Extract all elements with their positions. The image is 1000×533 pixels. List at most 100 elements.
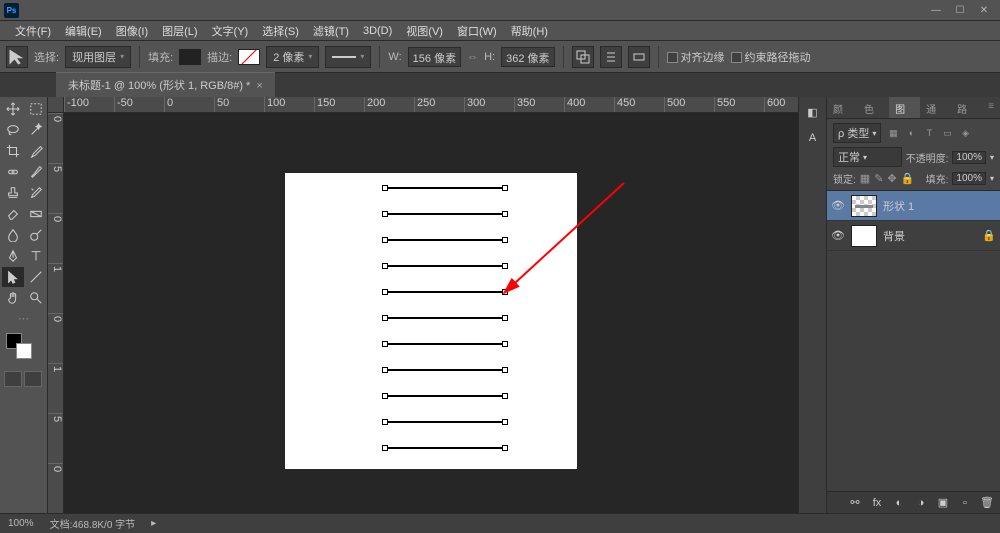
stroke-style-dropdown[interactable]: ▾ — [325, 46, 371, 68]
layer-row[interactable]: 👁 形状 1 — [827, 191, 1000, 221]
shape-line[interactable] — [385, 317, 505, 319]
link-layers-icon[interactable]: ⚯ — [848, 496, 862, 509]
stamp-tool[interactable] — [2, 183, 24, 203]
tab-paths[interactable]: 路径 — [951, 97, 982, 118]
width-input[interactable]: 156 像素 — [408, 47, 461, 67]
status-caret[interactable]: ▸ — [151, 518, 156, 529]
close-button[interactable]: ✕ — [972, 2, 996, 18]
quickmask-button[interactable] — [4, 371, 22, 387]
tab-channels[interactable]: 通道 — [920, 97, 951, 118]
visibility-icon[interactable]: 👁 — [831, 229, 845, 242]
shape-line[interactable] — [385, 187, 505, 189]
color-swatches[interactable] — [0, 331, 47, 367]
lasso-tool[interactable] — [2, 120, 24, 140]
menu-view[interactable]: 视图(V) — [399, 23, 450, 39]
screenmode-button[interactable] — [24, 371, 42, 387]
heal-tool[interactable] — [2, 162, 24, 182]
minimize-button[interactable]: — — [924, 2, 948, 18]
constrain-checkbox[interactable]: 约束路径拖动 — [731, 49, 811, 65]
doc-size[interactable]: 文档:468.8K/0 字节 — [50, 516, 136, 531]
fx-icon[interactable]: fx — [870, 497, 884, 509]
shape-line[interactable] — [385, 343, 505, 345]
shape-line[interactable] — [385, 213, 505, 215]
link-wh-icon[interactable]: ⇔ — [467, 51, 478, 63]
lock-trans-icon[interactable]: ▦ — [860, 172, 870, 185]
tab-swatches[interactable]: 色板 — [858, 97, 889, 118]
shape-line[interactable] — [385, 395, 505, 397]
shape-line[interactable] — [385, 265, 505, 267]
panel-menu-icon[interactable]: ≡ — [982, 97, 1000, 118]
layer-thumb[interactable] — [851, 195, 877, 217]
close-tab-icon[interactable]: × — [256, 80, 262, 92]
lock-pos-icon[interactable]: ✥ — [887, 172, 896, 185]
filter-smart-icon[interactable]: ◈ — [959, 126, 973, 140]
arrange-icon[interactable] — [628, 46, 650, 68]
new-layer-icon[interactable]: ▫ — [958, 497, 972, 509]
eraser-tool[interactable] — [2, 204, 24, 224]
menu-filter[interactable]: 滤镜(T) — [306, 23, 356, 39]
delete-layer-icon[interactable]: 🗑 — [980, 496, 994, 509]
move-tool[interactable] — [2, 99, 24, 119]
select-dropdown[interactable]: 现用图层▾ — [65, 46, 131, 68]
hand-tool[interactable] — [2, 288, 24, 308]
line-tool[interactable] — [25, 267, 47, 287]
pen-tool[interactable] — [2, 246, 24, 266]
layer-thumb[interactable] — [851, 225, 877, 247]
align-edges-checkbox[interactable]: 对齐边缘 — [667, 49, 725, 65]
tab-color[interactable]: 颜色 — [827, 97, 858, 118]
current-tool-icon[interactable] — [6, 46, 28, 68]
brush-tool[interactable] — [25, 162, 47, 182]
filter-type-icon[interactable]: T — [922, 126, 936, 140]
group-icon[interactable]: ▣ — [936, 496, 950, 509]
lock-paint-icon[interactable]: ✎ — [874, 172, 883, 185]
fill-swatch[interactable] — [179, 49, 201, 65]
maximize-button[interactable]: ☐ — [948, 2, 972, 18]
menu-type[interactable]: 文字(Y) — [205, 23, 256, 39]
zoom-tool[interactable] — [25, 288, 47, 308]
ruler-horizontal[interactable]: -100-50050100150200250300350400450500550… — [64, 97, 798, 113]
opacity-value[interactable]: 100% — [952, 151, 986, 164]
align-icon[interactable] — [600, 46, 622, 68]
menu-3d[interactable]: 3D(D) — [356, 25, 399, 37]
tab-layers[interactable]: 图层 — [889, 97, 920, 118]
shape-line[interactable] — [385, 421, 505, 423]
history-brush-tool[interactable] — [25, 183, 47, 203]
eyedropper-tool[interactable] — [25, 141, 47, 161]
menu-file[interactable]: 文件(F) — [8, 23, 58, 39]
shape-line[interactable] — [385, 239, 505, 241]
lock-all-icon[interactable]: 🔒 — [901, 172, 915, 185]
zoom-value[interactable]: 100% — [8, 518, 34, 529]
tools-more-icon[interactable]: ⋯ — [0, 312, 47, 325]
dodge-tool[interactable] — [25, 225, 47, 245]
artboard[interactable] — [285, 173, 577, 469]
gradient-tool[interactable] — [25, 204, 47, 224]
menu-image[interactable]: 图像(I) — [109, 23, 155, 39]
path-select-tool[interactable] — [2, 267, 24, 287]
menu-layer[interactable]: 图层(L) — [155, 23, 204, 39]
filter-pixel-icon[interactable]: ▦ — [886, 126, 900, 140]
shape-line[interactable] — [385, 369, 505, 371]
fill-opacity-value[interactable]: 100% — [952, 172, 986, 185]
stroke-width-input[interactable]: 2 像素▾ — [266, 46, 319, 68]
mask-icon[interactable]: ◐ — [892, 497, 906, 509]
visibility-icon[interactable]: 👁 — [831, 199, 845, 212]
character-panel-icon[interactable]: A — [804, 129, 822, 147]
filter-shape-icon[interactable]: ▭ — [941, 126, 955, 140]
shape-line[interactable] — [385, 447, 505, 449]
blend-mode-dropdown[interactable]: 正常▾ — [833, 147, 902, 167]
filter-type-dropdown[interactable]: ρ 类型▾ — [833, 123, 881, 143]
ruler-vertical[interactable]: 05010150200 — [48, 113, 64, 513]
marquee-tool[interactable] — [25, 99, 47, 119]
stroke-swatch[interactable] — [238, 49, 260, 65]
menu-window[interactable]: 窗口(W) — [450, 23, 504, 39]
menu-select[interactable]: 选择(S) — [255, 23, 306, 39]
menu-help[interactable]: 帮助(H) — [504, 23, 555, 39]
wand-tool[interactable] — [25, 120, 47, 140]
path-ops-icon[interactable] — [572, 46, 594, 68]
layer-row[interactable]: 👁 背景 🔒 — [827, 221, 1000, 251]
background-swatch[interactable] — [16, 343, 32, 359]
height-input[interactable]: 362 像素 — [501, 47, 554, 67]
adjustment-icon[interactable]: ◑ — [914, 497, 928, 509]
document-tab[interactable]: 未标题-1 @ 100% (形状 1, RGB/8#) *× — [56, 72, 275, 97]
crop-tool[interactable] — [2, 141, 24, 161]
